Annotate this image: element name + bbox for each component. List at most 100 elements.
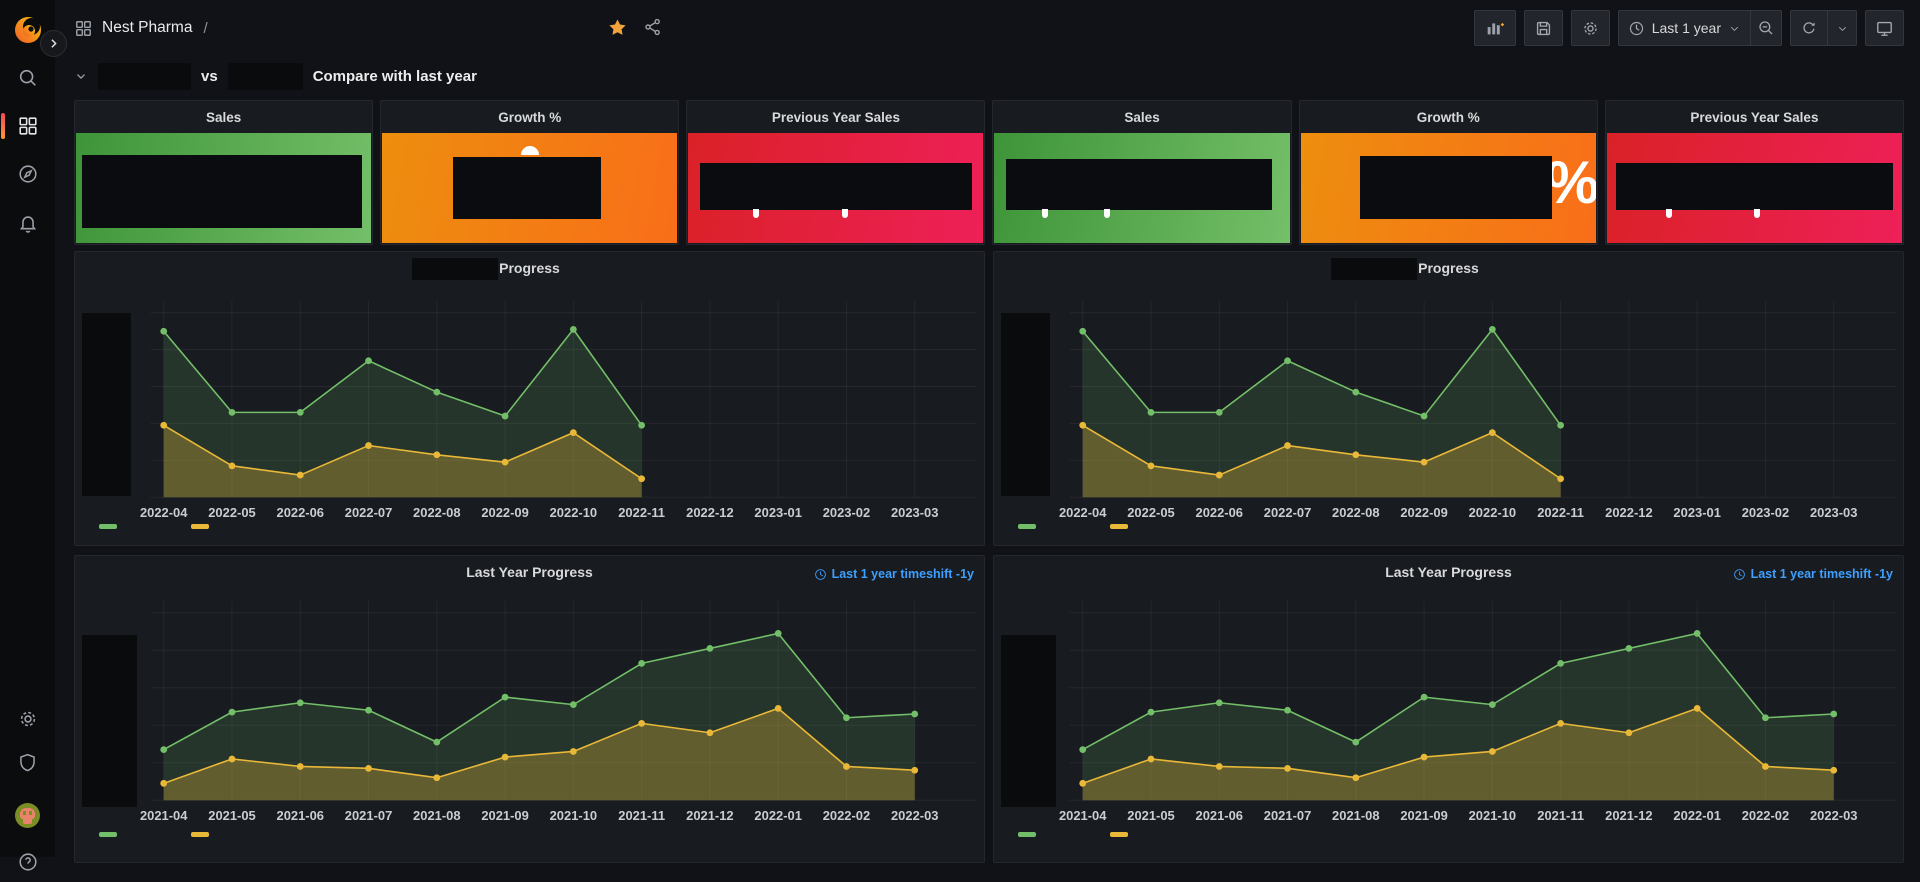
x-axis-label: 2022-12 (1605, 505, 1652, 520)
share-icon[interactable] (643, 17, 663, 37)
value-fragment (1666, 209, 1672, 218)
x-axis-label: 2022-01 (1673, 808, 1720, 823)
panel-title[interactable]: Previous Year Sales (1606, 101, 1903, 133)
time-picker-group: Last 1 year (1618, 10, 1782, 46)
value-fragment (842, 209, 848, 218)
x-axis-label: 2021-05 (208, 808, 255, 823)
x-axis-label: 2021-10 (1469, 808, 1516, 823)
server-admin-shield-icon[interactable] (0, 742, 55, 782)
variable-dropdown-redacted[interactable] (98, 63, 191, 90)
time-series-chart: 2021-042021-052021-062021-072021-082021-… (994, 556, 1903, 862)
time-range-picker[interactable]: Last 1 year (1618, 10, 1750, 46)
redacted-y-axis (82, 635, 137, 807)
breadcrumb: Nest Pharma / (74, 19, 208, 38)
timeshift-link[interactable]: Last 1 year timeshift -1y (814, 567, 974, 581)
x-axis-label: 2022-01 (754, 808, 801, 823)
legend-swatch-yellow[interactable] (1110, 524, 1128, 529)
value-fragment (1104, 209, 1110, 218)
legend-swatch-yellow[interactable] (191, 832, 209, 837)
refresh-interval-dropdown[interactable] (1827, 10, 1857, 46)
x-axis-label: 2022-10 (1469, 505, 1516, 520)
breadcrumb-separator: / (203, 20, 207, 37)
legend-swatch-yellow[interactable] (1110, 832, 1128, 837)
x-axis-label: 2022-08 (413, 505, 460, 520)
x-axis-label: 2022-06 (277, 505, 324, 520)
x-axis-label: 2022-02 (823, 808, 870, 823)
add-panel-button[interactable] (1474, 10, 1516, 46)
clock-icon (1733, 568, 1746, 581)
top-navigation: Nest Pharma / (55, 0, 1920, 56)
chevron-down-icon (1728, 22, 1741, 35)
clock-icon (814, 568, 827, 581)
last-year-panels-row: Last Year ProgressLast 1 year timeshift … (74, 555, 1904, 862)
x-axis-label: 2023-02 (823, 505, 870, 520)
x-axis-label: 2022-08 (1332, 505, 1379, 520)
user-avatar[interactable] (0, 795, 55, 835)
x-axis-label: 2021-08 (413, 808, 460, 823)
panel-title[interactable]: Progress (994, 260, 1903, 276)
sidebar-item-dashboards[interactable] (0, 106, 55, 146)
legend-swatch-green[interactable] (99, 832, 117, 837)
timeshift-label: Last 1 year timeshift -1y (1751, 567, 1893, 581)
dashboard-toolbar: Last 1 year (1474, 10, 1904, 46)
x-axis-label: 2022-05 (208, 505, 255, 520)
x-axis-label: 2022-03 (891, 808, 938, 823)
redacted-value (82, 155, 362, 228)
redacted-value (1360, 156, 1552, 219)
x-axis-label: 2022-10 (550, 505, 597, 520)
refresh-button[interactable] (1790, 10, 1827, 46)
stat-value-area (688, 133, 983, 243)
explore-compass-icon[interactable] (0, 154, 55, 194)
x-axis-label: 2022-09 (481, 505, 528, 520)
x-axis-label: 2023-03 (891, 505, 938, 520)
kiosk-mode-button[interactable] (1865, 10, 1904, 46)
legend-swatch-green[interactable] (99, 524, 117, 529)
alerting-bell-icon[interactable] (0, 203, 55, 243)
time-series-chart: 2022-042022-052022-062022-072022-082022-… (994, 252, 1903, 545)
x-axis-label: 2022-12 (686, 505, 733, 520)
redacted-y-axis (82, 313, 131, 496)
apps-grid-icon (74, 19, 93, 38)
x-axis-label: 2021-04 (1059, 808, 1107, 823)
panel-title[interactable]: Sales (993, 101, 1290, 133)
timeshift-link[interactable]: Last 1 year timeshift -1y (1733, 567, 1893, 581)
panel-title[interactable]: Previous Year Sales (687, 101, 984, 133)
dashboard-submenu: vs Compare with last year (74, 60, 477, 92)
variable-dropdown-redacted[interactable] (228, 63, 303, 90)
x-axis-label: 2021-09 (1400, 808, 1447, 823)
sidebar-expand-button[interactable] (40, 30, 67, 57)
panel-title[interactable]: Growth % (1300, 101, 1597, 133)
favorite-star-icon[interactable] (607, 17, 628, 38)
configuration-gear-icon[interactable] (0, 699, 55, 739)
chart-legend (99, 524, 209, 529)
stat-panel: Sales (992, 100, 1291, 245)
panel-title[interactable]: Growth % (381, 101, 678, 133)
x-axis-label: 2022-09 (1400, 505, 1447, 520)
panel-title[interactable]: Sales (75, 101, 372, 133)
stat-value-area (382, 133, 677, 243)
search-icon[interactable] (0, 58, 55, 98)
save-dashboard-button[interactable] (1524, 10, 1563, 46)
legend-swatch-green[interactable] (1018, 524, 1036, 529)
x-axis-label: 2022-11 (618, 505, 665, 520)
help-icon[interactable] (0, 842, 55, 882)
x-axis-label: 2021-09 (481, 808, 528, 823)
chart-legend (99, 832, 209, 837)
legend-swatch-green[interactable] (1018, 832, 1036, 837)
dashboard-title[interactable]: Nest Pharma (102, 19, 192, 37)
x-axis-label: 2022-06 (1196, 505, 1243, 520)
legend-swatch-yellow[interactable] (191, 524, 209, 529)
x-axis-label: 2021-07 (1264, 808, 1311, 823)
panel-title[interactable]: Progress (75, 260, 984, 276)
x-axis-label: 2021-11 (1537, 808, 1584, 823)
dashboard-settings-button[interactable] (1571, 10, 1610, 46)
stat-panel: Previous Year Sales (1605, 100, 1904, 245)
chevron-down-icon (74, 69, 88, 83)
x-axis-label: 2022-05 (1127, 505, 1174, 520)
chart-legend (1018, 524, 1128, 529)
chevron-down-icon (1836, 22, 1849, 35)
x-axis-label: 2022-11 (1537, 505, 1584, 520)
redacted-value (1006, 159, 1272, 210)
x-axis-label: 2021-08 (1332, 808, 1379, 823)
zoom-out-time-button[interactable] (1750, 10, 1782, 46)
